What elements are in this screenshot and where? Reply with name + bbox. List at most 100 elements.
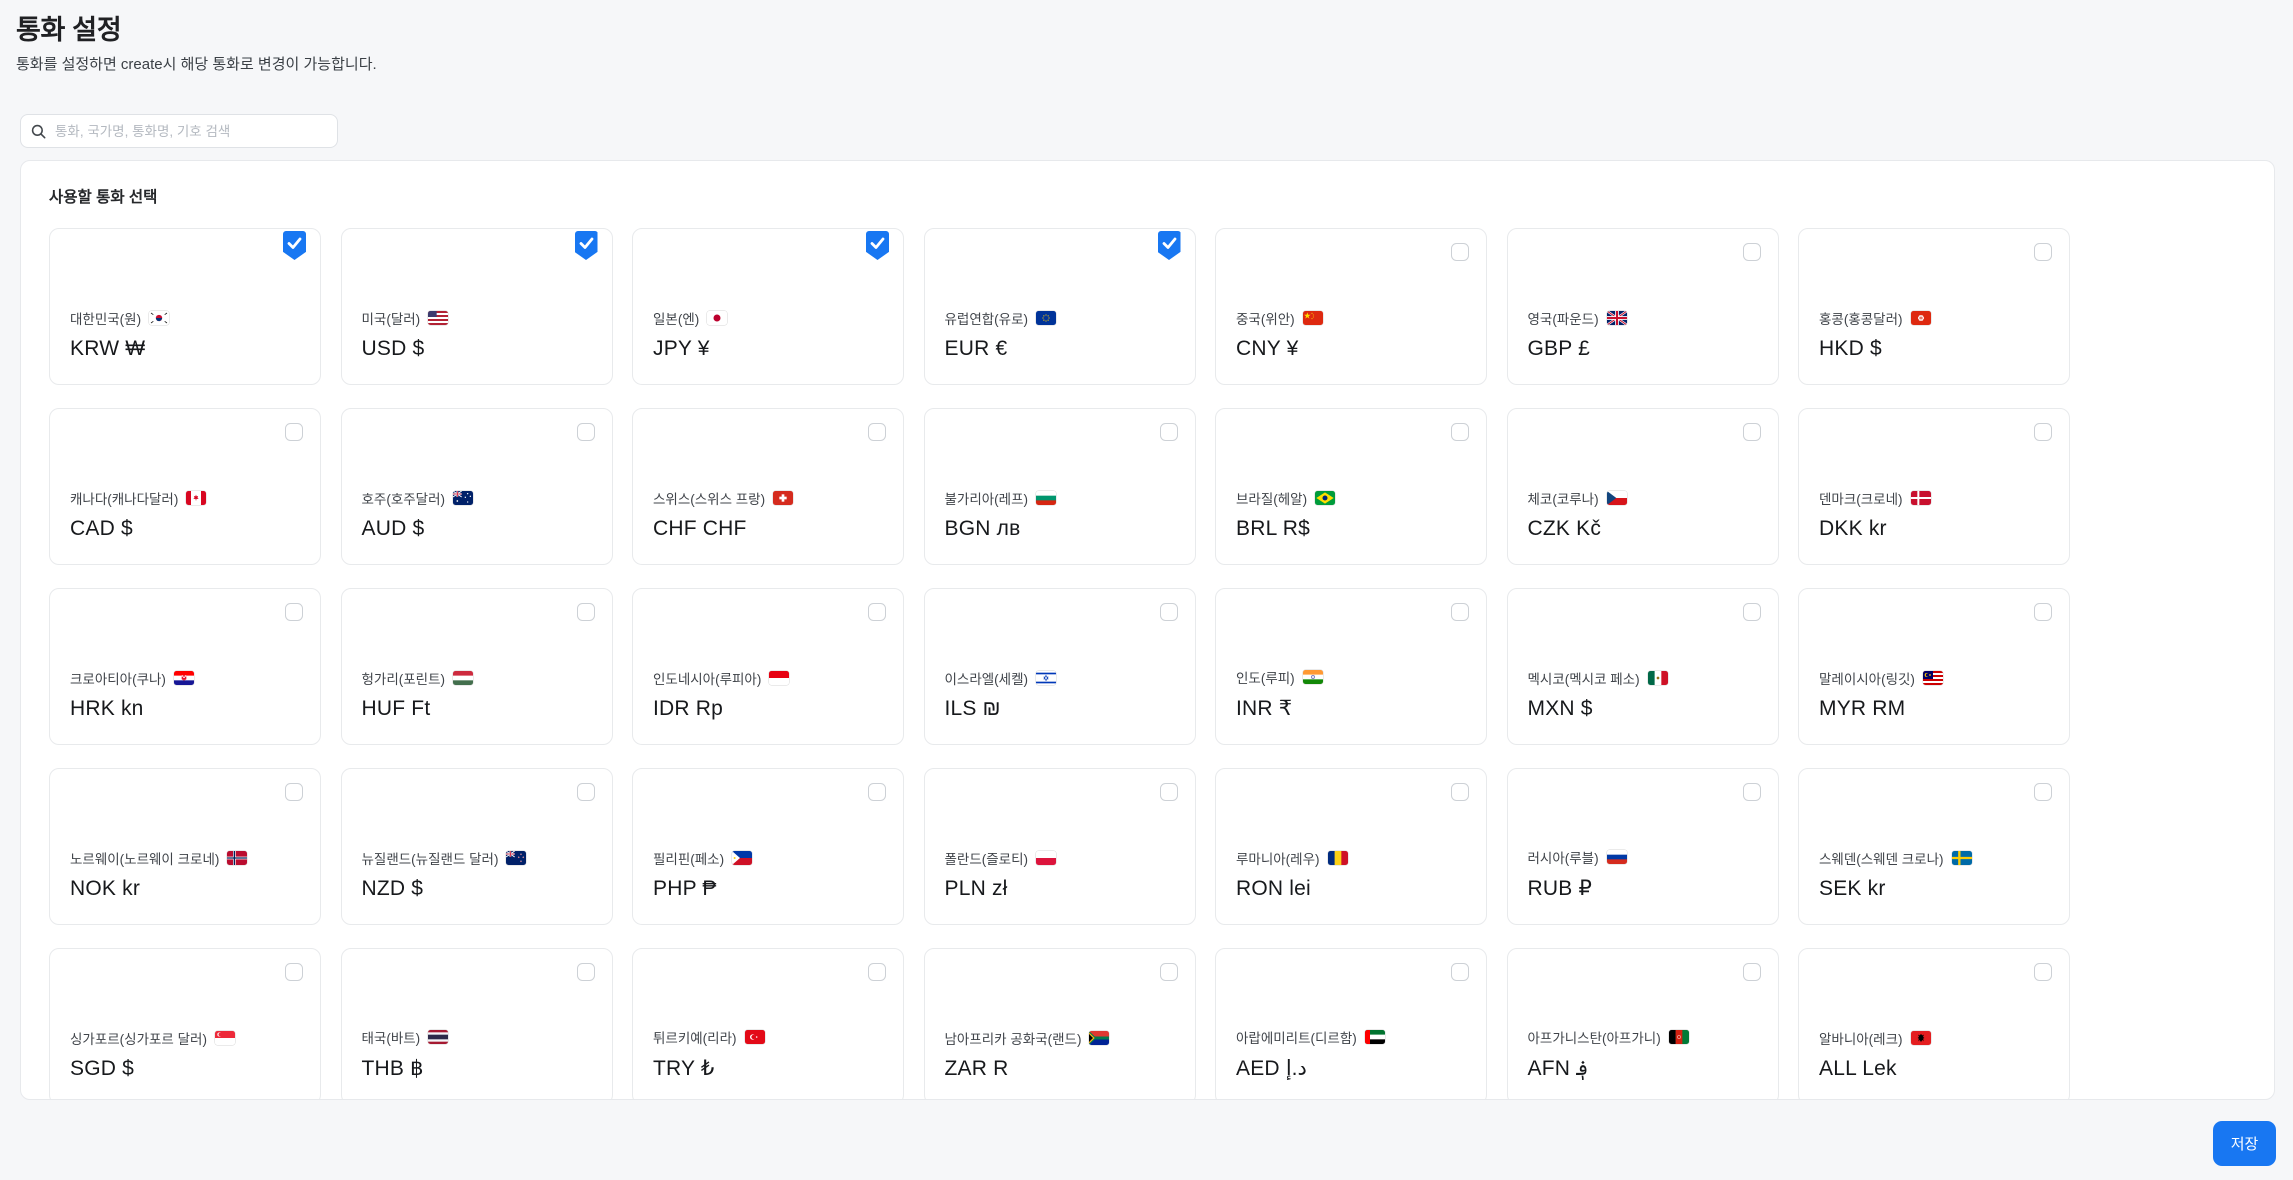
currency-code-label: AUD $ bbox=[361, 517, 425, 540]
checkbox-checked-icon[interactable] bbox=[574, 231, 598, 260]
currency-country-label: 인도(루피) bbox=[1236, 667, 1323, 687]
checkbox-unchecked[interactable] bbox=[868, 423, 886, 441]
checkbox-unchecked[interactable] bbox=[2034, 783, 2052, 801]
checkbox-unchecked[interactable] bbox=[285, 423, 303, 441]
currency-search-box[interactable] bbox=[20, 114, 338, 148]
checkbox-unchecked[interactable] bbox=[868, 603, 886, 621]
currency-card-nzd[interactable]: 뉴질랜드(뉴질랜드 달러) NZD $ bbox=[340, 768, 613, 925]
currency-card-cad[interactable]: 캐나다(캐나다달러) CAD $ bbox=[49, 408, 321, 565]
search-input[interactable] bbox=[55, 123, 327, 139]
currency-card-chf[interactable]: 스위스(스위스 프랑) CHF CHF bbox=[632, 408, 904, 565]
flag-icon-php bbox=[732, 851, 753, 865]
checkbox-unchecked[interactable] bbox=[868, 783, 886, 801]
currency-code-label: USD $ bbox=[361, 337, 425, 360]
currency-card-jpy[interactable]: 일본(엔) JPY ¥ bbox=[632, 228, 904, 385]
currency-code-label: PHP ₱ bbox=[653, 877, 717, 900]
currency-code-label: ZAR R bbox=[944, 1057, 1009, 1080]
checkbox-unchecked[interactable] bbox=[1159, 423, 1178, 441]
checkbox-unchecked[interactable] bbox=[1159, 603, 1178, 621]
currency-code-label: RON lei bbox=[1236, 877, 1311, 900]
currency-meta: 헝가리(포린트) HUF Ft bbox=[362, 668, 474, 721]
currency-card-ils[interactable]: 이스라엘(세켈) ILS ₪ bbox=[923, 588, 1196, 745]
checkbox-unchecked[interactable] bbox=[2034, 603, 2052, 621]
checkbox-unchecked[interactable] bbox=[1742, 603, 1761, 621]
currency-card-ron[interactable]: 루마니아(레우) RON lei bbox=[1215, 768, 1487, 925]
checkbox-unchecked[interactable] bbox=[1451, 423, 1469, 441]
currency-card-krw[interactable]: 대한민국(원) KRW ₩ bbox=[49, 228, 321, 385]
currency-country-label: 남아프리카 공화국(랜드) bbox=[945, 1028, 1110, 1048]
currency-code-label: MXN $ bbox=[1527, 697, 1593, 720]
currency-card-rub[interactable]: 러시아(루블) RUB ₽ bbox=[1506, 768, 1779, 925]
checkbox-unchecked[interactable] bbox=[1742, 243, 1761, 261]
flag-icon-brl bbox=[1315, 491, 1336, 505]
currency-card-try[interactable]: 튀르키예(리라) TRY ₺ bbox=[632, 948, 904, 1099]
currency-code-label: JPY ¥ bbox=[653, 337, 710, 360]
checkbox-unchecked[interactable] bbox=[868, 963, 886, 981]
currency-card-php[interactable]: 필리핀(페소) PHP ₱ bbox=[632, 768, 904, 925]
checkbox-unchecked[interactable] bbox=[1451, 963, 1469, 981]
checkbox-unchecked[interactable] bbox=[576, 963, 595, 981]
flag-icon-ron bbox=[1327, 851, 1348, 865]
currency-card-eur[interactable]: 유럽연합(유로) EUR € bbox=[923, 228, 1196, 385]
currency-country-label: 유럽연합(유로) bbox=[945, 308, 1057, 328]
currency-meta: 미국(달러) USD $ bbox=[362, 308, 449, 361]
checkbox-unchecked[interactable] bbox=[576, 783, 595, 801]
checkbox-unchecked[interactable] bbox=[1159, 783, 1178, 801]
currency-card-nok[interactable]: 노르웨이(노르웨이 크로네) NOK kr bbox=[49, 768, 321, 925]
currency-card-thb[interactable]: 태국(바트) THB ฿ bbox=[340, 948, 613, 1099]
currency-card-gbp[interactable]: 영국(파운드) GBP £ bbox=[1506, 228, 1779, 385]
save-button[interactable]: 저장 bbox=[2213, 1121, 2276, 1166]
currency-code-label: BRL R$ bbox=[1236, 517, 1310, 540]
currency-card-dkk[interactable]: 덴마크(크로네) DKK kr bbox=[1798, 408, 2070, 565]
checkbox-unchecked[interactable] bbox=[1451, 243, 1469, 261]
flag-icon-try bbox=[744, 1030, 765, 1044]
currency-card-myr[interactable]: 말레이시아(링깃) MYR RM bbox=[1798, 588, 2070, 745]
currency-card-sek[interactable]: 스웨덴(스웨덴 크로나) SEK kr bbox=[1798, 768, 2070, 925]
checkbox-checked-icon[interactable] bbox=[283, 231, 306, 260]
currency-card-czk[interactable]: 체코(코루나) CZK Kč bbox=[1506, 408, 1779, 565]
currency-card-bgn[interactable]: 불가리아(레프) BGN лв bbox=[923, 408, 1196, 565]
currency-card-sgd[interactable]: 싱가포르(싱가포르 달러) SGD $ bbox=[49, 948, 321, 1099]
page-subtitle: 통화를 설정하면 create시 해당 통화로 변경이 가능합니다. bbox=[16, 56, 377, 73]
currency-code-label: THB ฿ bbox=[361, 1057, 424, 1080]
flag-icon-zar bbox=[1089, 1031, 1110, 1045]
currency-country-label: 미국(달러) bbox=[362, 308, 449, 328]
checkbox-unchecked[interactable] bbox=[1742, 963, 1761, 981]
currency-card-cny[interactable]: 중국(위안) CNY ¥ bbox=[1215, 228, 1487, 385]
checkbox-unchecked[interactable] bbox=[576, 603, 595, 621]
checkbox-unchecked[interactable] bbox=[2034, 963, 2052, 981]
checkbox-unchecked[interactable] bbox=[1451, 783, 1469, 801]
checkbox-unchecked[interactable] bbox=[2034, 423, 2052, 441]
currency-card-brl[interactable]: 브라질(헤알) BRL R$ bbox=[1215, 408, 1487, 565]
checkbox-checked-icon[interactable] bbox=[866, 231, 889, 260]
checkbox-unchecked[interactable] bbox=[2034, 243, 2052, 261]
checkbox-unchecked[interactable] bbox=[285, 603, 303, 621]
currency-card-hkd[interactable]: 홍콩(홍콩달러) HKD $ bbox=[1798, 228, 2070, 385]
currency-card-hrk[interactable]: 크로아티아(쿠나) HRK kn bbox=[49, 588, 321, 745]
currency-card-inr[interactable]: 인도(루피) INR ₹ bbox=[1215, 588, 1487, 745]
currency-card-aed[interactable]: 아랍에미리트(디르함) AED د.إ bbox=[1215, 948, 1487, 1099]
checkbox-unchecked[interactable] bbox=[576, 423, 595, 441]
currency-meta: 아프가니스탄(아프가니) AFN ؋ bbox=[1528, 1027, 1689, 1081]
flag-icon-hkd bbox=[1910, 311, 1931, 325]
currency-card-all[interactable]: 알바니아(레크) ALL Lek bbox=[1798, 948, 2070, 1099]
currency-card-usd[interactable]: 미국(달러) USD $ bbox=[340, 228, 613, 385]
currency-card-mxn[interactable]: 멕시코(멕시코 페소) MXN $ bbox=[1506, 588, 1779, 745]
checkbox-unchecked[interactable] bbox=[285, 963, 303, 981]
checkbox-unchecked[interactable] bbox=[1742, 423, 1761, 441]
currency-card-afn[interactable]: 아프가니스탄(아프가니) AFN ؋ bbox=[1506, 948, 1779, 1099]
currency-card-huf[interactable]: 헝가리(포린트) HUF Ft bbox=[340, 588, 613, 745]
checkbox-unchecked[interactable] bbox=[1159, 963, 1178, 981]
currency-card-pln[interactable]: 폴란드(즐로티) PLN zł bbox=[923, 768, 1196, 925]
checkbox-unchecked[interactable] bbox=[1451, 603, 1469, 621]
currency-meta: 인도네시아(루피아) IDR Rp bbox=[653, 668, 790, 721]
currency-card-idr[interactable]: 인도네시아(루피아) IDR Rp bbox=[632, 588, 904, 745]
currency-meta: 캐나다(캐나다달러) CAD $ bbox=[70, 488, 207, 541]
currency-card-aud[interactable]: 호주(호주달러) AUD $ bbox=[340, 408, 613, 565]
currency-country-label: 캐나다(캐나다달러) bbox=[70, 488, 207, 508]
checkbox-checked-icon[interactable] bbox=[1157, 231, 1181, 260]
checkbox-unchecked[interactable] bbox=[1742, 783, 1761, 801]
currency-card-zar[interactable]: 남아프리카 공화국(랜드) ZAR R bbox=[923, 948, 1196, 1099]
checkbox-unchecked[interactable] bbox=[285, 783, 303, 801]
flag-icon-afn bbox=[1668, 1030, 1689, 1044]
